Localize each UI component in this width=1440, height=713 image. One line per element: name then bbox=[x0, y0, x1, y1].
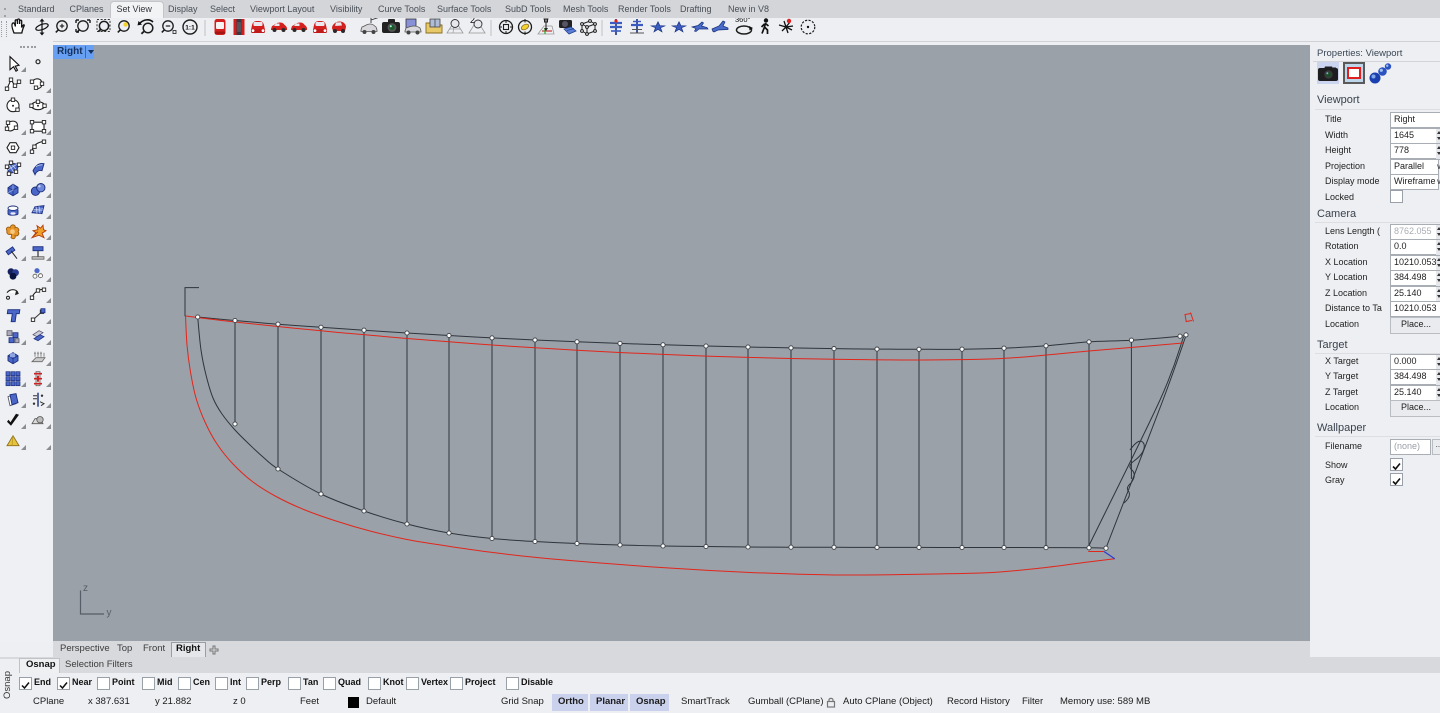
svg-text:1:1: 1:1 bbox=[185, 25, 195, 32]
svg-text:y: y bbox=[107, 608, 112, 619]
svg-text:z: z bbox=[83, 583, 88, 594]
svg-text:2: 2 bbox=[470, 18, 475, 25]
svg-text:360°: 360° bbox=[735, 18, 751, 24]
